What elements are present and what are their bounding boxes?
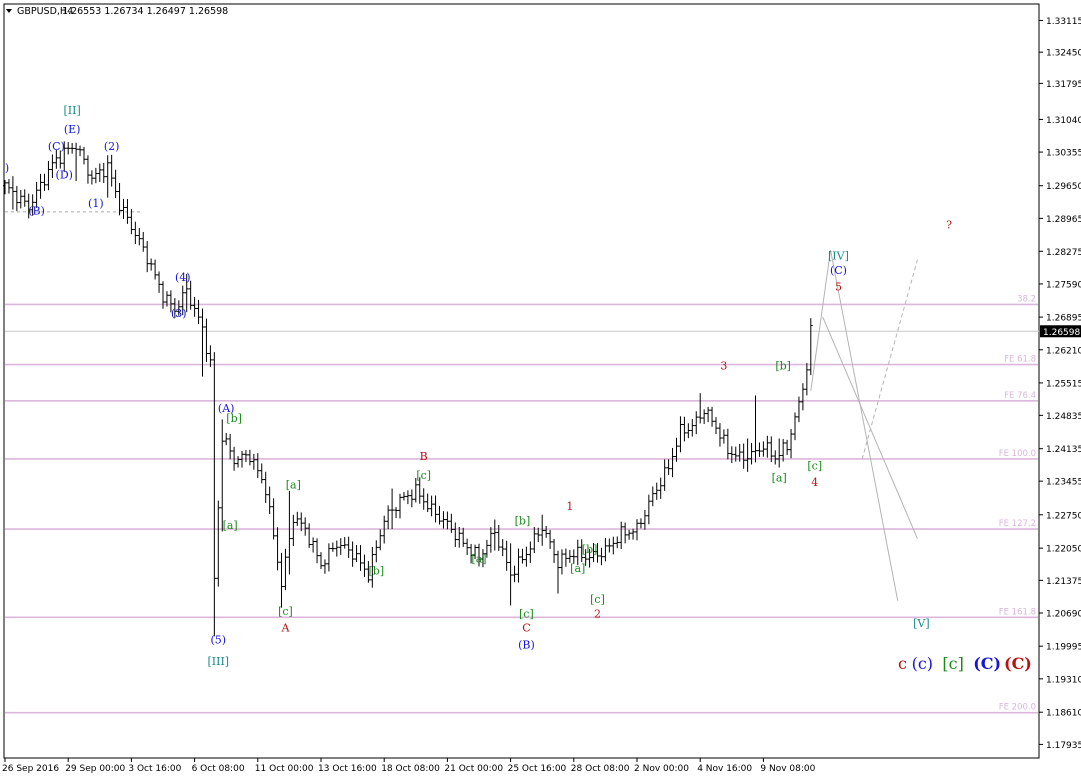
wave-label: [a] xyxy=(570,562,585,575)
wave-label: (1) xyxy=(88,197,104,210)
price-tick-label: 1.31040 xyxy=(1046,116,1081,126)
price-tick-label: 1.33115 xyxy=(1046,17,1081,27)
price-tick-label: 1.31795 xyxy=(1046,80,1081,90)
wave-label: (C) xyxy=(48,140,65,153)
wave-label: B xyxy=(420,450,428,463)
wave-label: ? xyxy=(946,219,952,232)
wave-label: 2 xyxy=(594,607,601,620)
wave-label: [b] xyxy=(368,564,384,577)
price-tick-label: 1.20690 xyxy=(1046,610,1081,620)
price-tick-label: 1.28965 xyxy=(1046,215,1081,225)
wave-label: [c] xyxy=(278,605,293,618)
time-tick-label: 25 Oct 16:00 xyxy=(508,764,567,774)
price-tick-label: 1.27590 xyxy=(1046,280,1081,290)
wave-label: [a] xyxy=(772,471,787,484)
price-tick-label: 1.23455 xyxy=(1046,478,1081,488)
projection-line xyxy=(861,259,918,460)
time-tick-label: 6 Oct 08:00 xyxy=(192,764,245,774)
wave-label: (B) xyxy=(28,204,45,217)
time-tick-label: 28 Oct 08:00 xyxy=(571,764,630,774)
wave-label: [III] xyxy=(207,655,229,668)
wave-label: 1 xyxy=(566,500,573,513)
ohlc-readout: 1.26553 1.26734 1.26497 1.26598 xyxy=(62,6,228,17)
fib-level-label: FE 127.2 xyxy=(999,519,1036,529)
price-tick-label: 1.29650 xyxy=(1046,182,1081,192)
price-tick-label: 1.25515 xyxy=(1046,379,1081,389)
wave-label: (2) xyxy=(104,140,120,153)
wave-label: (B) xyxy=(518,638,535,651)
wave-label: (E) xyxy=(64,123,81,136)
projection-line xyxy=(822,316,918,539)
price-tick-label: 1.24835 xyxy=(1046,412,1081,422)
price-tick-label: 1.18610 xyxy=(1046,709,1081,719)
fib-level-label: 38.2 xyxy=(1017,294,1036,304)
price-tick-label: 1.21375 xyxy=(1046,577,1081,587)
fib-level-label: FE 61.8 xyxy=(1004,355,1036,365)
triangle-down-icon[interactable] xyxy=(6,9,12,13)
fib-level-label: FE 76.4 xyxy=(1004,391,1036,401)
wave-label: [c] xyxy=(519,607,534,620)
wave-label: [c] xyxy=(590,593,605,606)
wave-label: ) xyxy=(5,161,9,174)
price-tick-label: 1.24135 xyxy=(1046,445,1081,455)
time-tick-label: 4 Nov 16:00 xyxy=(697,764,752,774)
wave-label: 4 xyxy=(811,476,818,489)
wave-label: [a] xyxy=(286,479,301,492)
price-tick-label: 1.22050 xyxy=(1046,545,1081,555)
wave-degree-legend-item: (C) xyxy=(973,654,1001,673)
time-tick-label: 11 Oct 00:00 xyxy=(255,764,314,774)
projection-line xyxy=(810,249,899,601)
price-tick-label: 1.17935 xyxy=(1046,741,1081,751)
wave-label: [a] xyxy=(223,519,238,532)
wave-degree-legend-item: (c) xyxy=(912,654,933,673)
wave-label: (3) xyxy=(171,307,187,320)
price-tick-label: 1.19995 xyxy=(1046,643,1081,653)
time-tick-label: 13 Oct 16:00 xyxy=(318,764,377,774)
price-tick-label: 1.22750 xyxy=(1046,511,1081,521)
wave-label: (C) xyxy=(830,264,847,277)
wave-label: (5) xyxy=(211,634,227,647)
time-tick-label: 21 Oct 00:00 xyxy=(444,764,503,774)
fib-level-label: FE 200.0 xyxy=(999,703,1036,713)
wave-label: [b] xyxy=(582,543,598,556)
price-tick-label: 1.32450 xyxy=(1046,49,1081,59)
time-tick-label: 3 Oct 16:00 xyxy=(128,764,181,774)
fib-level-label: FE 161.8 xyxy=(999,607,1036,617)
time-tick-label: 18 Oct 08:00 xyxy=(381,764,440,774)
price-tick-label: 1.26210 xyxy=(1046,346,1081,356)
current-price-label: 1.26598 xyxy=(1043,328,1080,338)
price-tick-label: 1.26895 xyxy=(1046,314,1081,324)
wave-label: 5 xyxy=(835,281,842,294)
wave-degree-legend-item: c xyxy=(898,654,907,673)
wave-label: 3 xyxy=(720,359,727,372)
wave-label: (D) xyxy=(56,169,73,182)
wave-label: [V] xyxy=(913,617,930,630)
wave-label: [II] xyxy=(64,104,81,117)
price-tick-label: 1.28275 xyxy=(1046,248,1081,258)
time-tick-label: 26 Sep 2016 xyxy=(2,764,59,774)
time-tick-label: 2 Nov 00:00 xyxy=(634,764,689,774)
time-tick-label: 9 Nov 08:00 xyxy=(760,764,815,774)
wave-degree-legend-item: (C) xyxy=(1004,654,1032,673)
wave-label: A xyxy=(280,622,290,635)
wave-degree-legend-item: [c] xyxy=(942,654,963,673)
wave-label: [b] xyxy=(226,412,242,425)
wave-label: [a] xyxy=(471,552,486,565)
price-tick-label: 1.19310 xyxy=(1046,675,1081,685)
time-tick-label: 29 Sep 00:00 xyxy=(65,764,125,774)
wave-label: [b] xyxy=(775,359,791,372)
chart-root: GBPUSD,H4 1.26553 1.26734 1.26497 1.26598… xyxy=(0,0,1081,778)
wave-label: (4) xyxy=(175,271,191,284)
fib-level-label: FE 100.0 xyxy=(999,449,1036,459)
chart-svg: GBPUSD,H41.26553 1.26734 1.26497 1.26598… xyxy=(2,3,1081,774)
wave-label: [b] xyxy=(515,514,531,527)
wave-label: C xyxy=(522,622,530,635)
wave-label: [c] xyxy=(416,469,431,482)
wave-label: [IV] xyxy=(828,250,849,263)
price-tick-label: 1.30355 xyxy=(1046,149,1081,159)
wave-label: [c] xyxy=(807,459,822,472)
